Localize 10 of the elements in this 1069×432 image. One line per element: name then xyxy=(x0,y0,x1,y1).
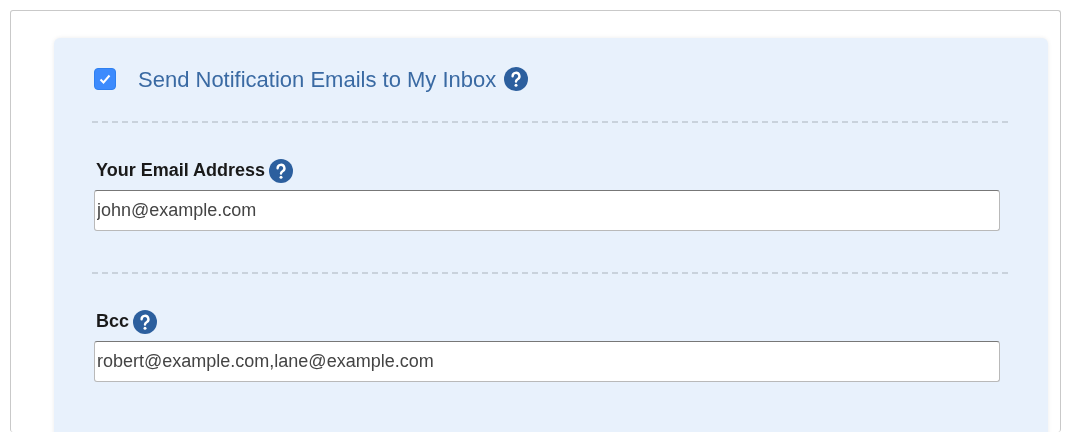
checkbox-label: Send Notification Emails to My Inbox xyxy=(138,65,497,94)
input-field[interactable]: robert@example.com,lane@example.com xyxy=(94,341,1000,382)
help-icon[interactable] xyxy=(504,67,529,91)
field-label: Bcc xyxy=(96,310,130,333)
input-field[interactable]: john@example.com xyxy=(94,190,1000,231)
help-icon[interactable] xyxy=(269,158,294,183)
check-icon xyxy=(98,72,112,86)
help-icon[interactable] xyxy=(133,309,158,334)
checkbox[interactable] xyxy=(94,68,116,90)
field-label: Your Email Address xyxy=(96,159,266,182)
